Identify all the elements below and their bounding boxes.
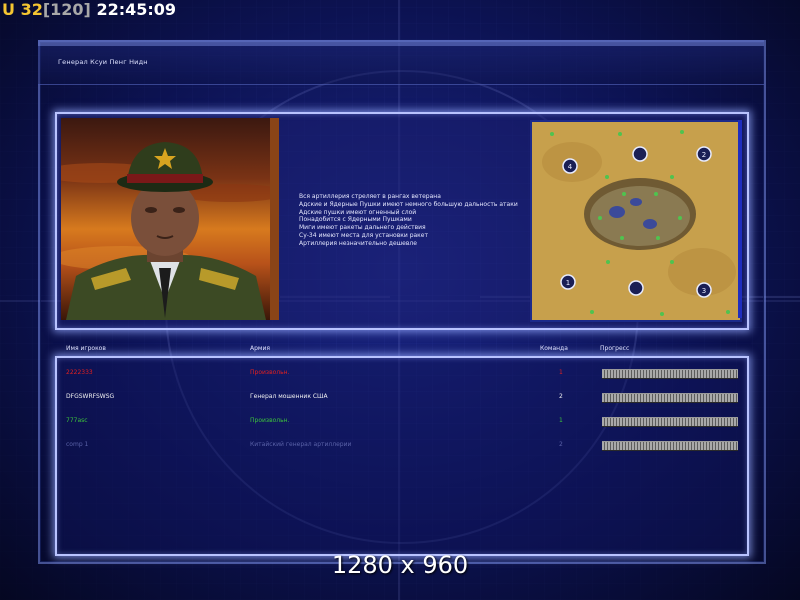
minimap-edge — [738, 120, 742, 318]
player-army: Произвольн. — [250, 369, 290, 376]
player-team: 2 — [559, 393, 563, 400]
general-ability-list: Вся артиллерия стреляет в рангах ветеран… — [299, 193, 529, 248]
general-portrait — [61, 118, 270, 320]
header-player-name: Имя игроков — [66, 345, 106, 352]
hud-max: [120] — [42, 0, 91, 19]
hud-time: 22:45:09 — [96, 0, 177, 19]
svg-text:4: 4 — [568, 163, 573, 171]
player-army: Китайский генерал артиллерии — [250, 441, 352, 448]
player-name: 2222333 — [66, 369, 93, 376]
minimap: 4 2 1 3 — [530, 120, 742, 322]
ability-text: Адские и Ядерные Пушки имеют немного бол… — [299, 200, 518, 208]
player-army: Произвольн. — [250, 417, 290, 424]
portrait-edge — [270, 118, 279, 320]
loading-screen: Генерал Ксуи Пенг Нидн Вся артиллерия ст… — [0, 0, 800, 600]
ability-text: Вся артиллерия стреляет в рангах ветеран… — [299, 193, 441, 200]
loading-progress-bar — [602, 393, 738, 403]
player-name: 777asc — [66, 417, 88, 424]
ability-text: Миги имеют ракеты дальнего действия — [299, 224, 426, 232]
resolution-label: 1280 x 960 — [331, 551, 469, 579]
player-team: 2 — [559, 441, 563, 448]
player-name: DFGSWRFSWSG — [66, 393, 115, 400]
general-name: Генерал Ксуи Пенг Нидн — [58, 58, 148, 66]
ability-text: Адские пушки имеют огненный слой — [299, 208, 417, 216]
hud-overlay: U 32[120] 22:45:09 — [2, 0, 176, 20]
loading-progress-bar — [602, 417, 738, 427]
table-row: 2222333 Произвольн. 1 — [0, 366, 800, 380]
svg-text:3: 3 — [702, 287, 706, 295]
minimap-image: 4 2 1 3 — [532, 122, 740, 320]
table-row: comp 1 Китайский генерал артиллерии 2 — [0, 438, 800, 452]
svg-text:1: 1 — [566, 279, 570, 287]
hud-level: 32 — [20, 0, 43, 19]
ability-text: Артиллерия незначительно дешевле — [299, 239, 417, 247]
player-team: 1 — [559, 417, 563, 424]
player-team: 1 — [559, 369, 563, 376]
player-name: comp 1 — [66, 441, 89, 448]
header-army: Армия — [250, 345, 270, 352]
table-row: DFGSWRFSWSG Генерал мошенник США 2 — [0, 390, 800, 404]
header-progress: Прогресс — [600, 345, 630, 352]
ability-text: Су-34 имеют места для установки ракет — [299, 231, 428, 239]
general-portrait-image — [61, 142, 270, 320]
svg-text:2: 2 — [702, 151, 706, 159]
loading-progress-bar — [602, 441, 738, 451]
players-panel — [55, 356, 749, 556]
table-row: 777asc Произвольн. 1 — [0, 414, 800, 428]
player-army: Генерал мошенник США — [250, 393, 328, 400]
header-team: Команда — [540, 345, 568, 352]
ability-text: Понадобится с Ядерными Пушками — [299, 216, 412, 224]
hud-prefix: U — [2, 0, 15, 19]
loading-progress-bar — [602, 369, 738, 379]
